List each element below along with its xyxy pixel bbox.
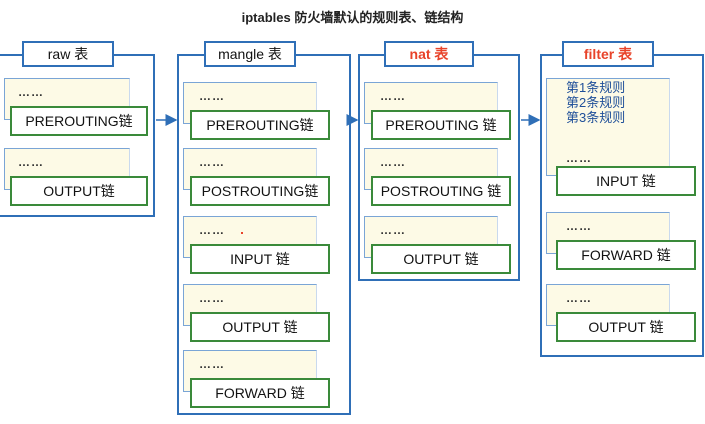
- flow-arrows: [156, 114, 541, 126]
